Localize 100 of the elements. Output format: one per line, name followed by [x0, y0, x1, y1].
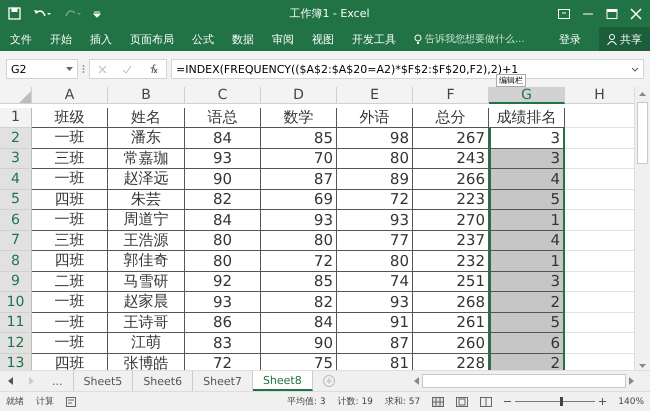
status-stat: 平均值: 3 — [286, 396, 326, 408]
ribbon-tab[interactable]: 文件 — [10, 32, 32, 46]
table-cell: 98 — [337, 128, 413, 148]
horizontal-scrollbar[interactable] — [422, 374, 626, 388]
column-header[interactable]: F — [413, 87, 489, 104]
table-cell: 261 — [413, 312, 489, 333]
ribbon-tab[interactable]: 页面布局 — [130, 32, 174, 46]
scroll-left-icon[interactable] — [414, 377, 420, 385]
column-header[interactable]: H — [565, 87, 634, 104]
sheet-tab[interactable]: Sheet8 — [252, 371, 313, 391]
row-header[interactable]: 13 — [0, 354, 32, 370]
ribbon-tab[interactable]: 视图 — [312, 32, 334, 46]
scroll-right-icon[interactable] — [628, 377, 634, 385]
row-header[interactable]: 12 — [0, 333, 32, 354]
table-cell: 82 — [185, 190, 261, 210]
column-header[interactable]: A — [32, 87, 108, 104]
sign-in-link[interactable]: 登录 — [559, 32, 581, 46]
table-cell: 85 — [261, 128, 337, 148]
table-cell: 2 — [489, 354, 565, 370]
caret-icon[interactable] — [66, 67, 73, 71]
lightbulb-icon — [414, 34, 422, 44]
table-cell: 87 — [337, 333, 413, 354]
tooltip: 编辑栏 — [496, 74, 526, 87]
name-box[interactable]: G2 — [6, 59, 78, 79]
row-header[interactable]: 5 — [0, 190, 32, 210]
table-cell: 93 — [185, 292, 261, 312]
row-header[interactable]: 9 — [0, 272, 32, 292]
table-cell: 90 — [261, 333, 337, 354]
row-header[interactable]: 7 — [0, 230, 32, 251]
ribbon-tab[interactable]: 数据 — [232, 32, 254, 46]
column-header[interactable]: B — [108, 87, 185, 104]
row-header[interactable]: 1 — [0, 108, 32, 128]
table-cell: 84 — [185, 210, 261, 230]
tell-me-field[interactable]: 告诉我您想要做什么... — [414, 32, 559, 46]
table-cell: 外语 — [337, 108, 413, 128]
table-cell: 80 — [185, 251, 261, 272]
dropdown-icon[interactable] — [93, 10, 101, 18]
table-cell: 王诗哥 — [108, 312, 185, 333]
zoom-level[interactable]: 140% — [618, 396, 644, 406]
column-header[interactable]: C — [185, 87, 261, 104]
ribbon-tab[interactable]: 开发工具 — [352, 32, 396, 46]
zoom-out-icon[interactable] — [504, 398, 512, 405]
row-header[interactable]: 3 — [0, 148, 32, 169]
table-cell: 223 — [413, 190, 489, 210]
table-cell: 270 — [413, 210, 489, 230]
table-cell: 260 — [413, 333, 489, 354]
formula-text: =INDEX(FREQUENCY(($A$2:$A$20=A2)*$F$2:$F$20,F2),2)+1 — [176, 62, 518, 76]
table-cell: 一班 — [32, 169, 108, 190]
row-header[interactable]: 6 — [0, 210, 32, 230]
table-cell: 74 — [337, 272, 413, 292]
table-cell: 一班 — [32, 312, 108, 333]
table-cell: 93 — [185, 148, 261, 169]
table-cell: 数学 — [261, 108, 337, 128]
table-cell: 江萌 — [108, 333, 185, 354]
ribbon-tab[interactable]: 审阅 — [272, 32, 294, 46]
row-header[interactable]: 8 — [0, 251, 32, 272]
table-cell: 5 — [489, 312, 565, 333]
column-header[interactable]: E — [337, 87, 413, 104]
person-icon — [607, 34, 617, 44]
save-icon[interactable] — [8, 7, 21, 20]
table-cell: 228 — [413, 354, 489, 370]
table-cell: 二班 — [32, 272, 108, 292]
row-header[interactable]: 10 — [0, 292, 32, 312]
page-layout-icon[interactable] — [456, 396, 468, 406]
zoom-slider-thumb[interactable] — [560, 397, 564, 406]
table-cell: 266 — [413, 169, 489, 190]
row-header[interactable]: 4 — [0, 169, 32, 190]
table-cell: 69 — [261, 190, 337, 210]
expand-icon[interactable] — [631, 66, 639, 72]
ribbon-display-icon[interactable] — [558, 8, 570, 18]
table-cell: 93 — [337, 210, 413, 230]
zoom-in-icon[interactable] — [599, 398, 606, 405]
table-cell: 班级 — [32, 108, 108, 128]
ribbon-tab[interactable]: 公式 — [192, 32, 214, 46]
normal-view-icon[interactable] — [432, 396, 444, 406]
column-header[interactable]: D — [261, 87, 337, 104]
table-cell: 总分 — [413, 108, 489, 128]
scroll-left-icon[interactable] — [8, 377, 14, 385]
table-cell: 1 — [489, 210, 565, 230]
share-button[interactable]: 共享 — [599, 27, 650, 51]
table-cell: 90 — [185, 169, 261, 190]
maximize-icon[interactable] — [606, 8, 618, 18]
row-header[interactable]: 2 — [0, 128, 32, 148]
ribbon-tab[interactable]: 开始 — [50, 32, 72, 46]
table-cell: 80 — [261, 230, 337, 251]
table-cell: 75 — [261, 354, 337, 370]
table-cell: 2 — [489, 292, 565, 312]
close-icon[interactable] — [630, 8, 642, 20]
column-header[interactable]: G — [489, 87, 565, 104]
row-header[interactable]: 11 — [0, 312, 32, 333]
table-cell: 四班 — [32, 190, 108, 210]
scroll-up-icon[interactable] — [638, 90, 647, 99]
check-icon[interactable] — [122, 64, 132, 74]
table-cell: 语总 — [185, 108, 261, 128]
scrollbar-thumb[interactable] — [637, 102, 648, 164]
page-break-icon[interactable] — [480, 396, 492, 406]
ribbon-tab[interactable]: 插入 — [90, 32, 112, 46]
grip-icon — [82, 64, 85, 74]
macro-record-icon[interactable] — [66, 396, 76, 406]
tell-me-placeholder: 告诉我您想要做什么... — [425, 32, 525, 46]
